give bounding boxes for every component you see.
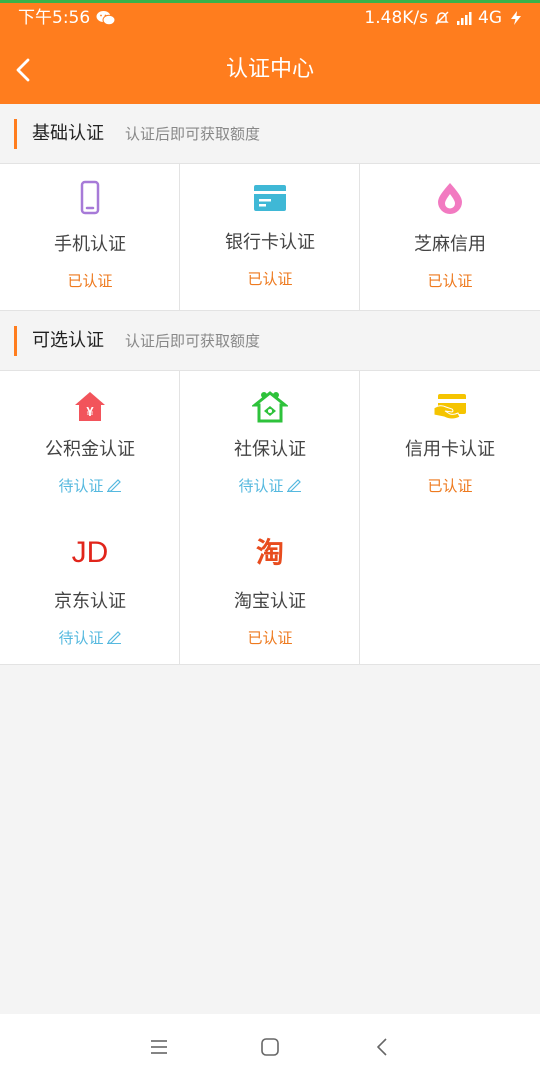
home-icon[interactable] [259, 1036, 281, 1058]
auth-item-phone[interactable]: 手机认证 已认证 [0, 164, 180, 310]
optional-auth-grid: ¥ 公积金认证 待认证 社保认证 待认证 信用卡认证 已认证 JD 京东认证 待… [0, 370, 540, 665]
auth-status: 已认证 [247, 270, 293, 288]
auth-status: 已认证 [427, 272, 473, 290]
auth-status: 已认证 [427, 477, 473, 495]
auth-item-credit-card[interactable]: 信用卡认证 已认证 [360, 371, 540, 517]
page-title: 认证中心 [225, 57, 314, 82]
auth-status: 待认证 [238, 477, 284, 495]
credit-card-icon [433, 394, 466, 420]
auth-item-label: 银行卡认证 [225, 232, 315, 253]
auth-item-jd[interactable]: JD 京东认证 待认证 [0, 521, 180, 665]
basic-auth-grid: 手机认证 已认证 银行卡认证 已认证 芝麻信用 已认证 [0, 163, 540, 311]
edit-pencil-icon [106, 479, 121, 492]
status-time: 下午5:56 [18, 8, 91, 28]
taobao-logo-icon: 淘 [255, 536, 284, 569]
auth-item-label: 京东认证 [54, 591, 126, 612]
status-right-group: 1.48K/s 4G [364, 0, 524, 36]
section-title: 可选认证 [32, 330, 104, 351]
auth-status: 已认证 [67, 272, 113, 290]
auth-item-label: 社保认证 [234, 439, 306, 460]
mute-bell-icon [435, 11, 449, 25]
auth-item-label: 信用卡认证 [405, 439, 495, 460]
jd-logo-icon: JD [71, 536, 109, 569]
bank-card-icon [254, 185, 286, 211]
auth-status: 已认证 [247, 629, 293, 647]
housing-fund-icon: ¥ [75, 392, 105, 421]
auth-item-label: 公积金认证 [45, 439, 135, 460]
auth-item-bank-card[interactable]: 银行卡认证 已认证 [180, 164, 360, 310]
section-hint: 认证后即可获取额度 [125, 125, 261, 143]
system-nav-bar [0, 1014, 540, 1080]
auth-item-taobao[interactable]: 淘 淘宝认证 已认证 [180, 521, 360, 665]
section-accent-bar [14, 119, 17, 149]
status-bar: 下午5:56 1.48K/s 4G [0, 0, 540, 36]
network-type: 4G [478, 8, 502, 28]
back-icon[interactable] [372, 1036, 394, 1058]
signal-icon [457, 12, 472, 25]
section-header-basic: 基础认证 认证后即可获取额度 [0, 104, 540, 164]
auth-status: 待认证 [58, 629, 104, 647]
phone-icon [80, 180, 100, 215]
auth-status: 待认证 [58, 477, 104, 495]
auth-item-label: 淘宝认证 [234, 591, 306, 612]
edit-pencil-icon [286, 479, 301, 492]
auth-item-housing-fund[interactable]: ¥ 公积金认证 待认证 [0, 371, 180, 517]
title-bar: 认证中心 [0, 36, 540, 104]
auth-status-pending[interactable]: 待认证 [0, 627, 180, 648]
auth-status-pending[interactable]: 待认证 [0, 475, 180, 496]
auth-item-sesame[interactable]: 芝麻信用 已认证 [360, 164, 540, 310]
section-hint: 认证后即可获取额度 [125, 332, 261, 350]
network-speed: 1.48K/s [364, 8, 428, 28]
auth-item-social-security[interactable]: 社保认证 待认证 [180, 371, 360, 517]
charging-icon [511, 11, 521, 25]
auth-item-label: 手机认证 [54, 234, 126, 255]
auth-item-label: 芝麻信用 [414, 234, 486, 255]
auth-status-pending[interactable]: 待认证 [180, 475, 360, 496]
social-security-icon [252, 391, 288, 423]
wechat-icon [96, 11, 116, 26]
edit-pencil-icon [106, 631, 121, 644]
sesame-credit-icon [438, 183, 462, 214]
section-title: 基础认证 [32, 123, 104, 144]
menu-icon[interactable] [148, 1036, 170, 1058]
svg-text:¥: ¥ [86, 404, 94, 419]
section-header-optional: 可选认证 认证后即可获取额度 [0, 311, 540, 371]
section-accent-bar [14, 326, 17, 356]
